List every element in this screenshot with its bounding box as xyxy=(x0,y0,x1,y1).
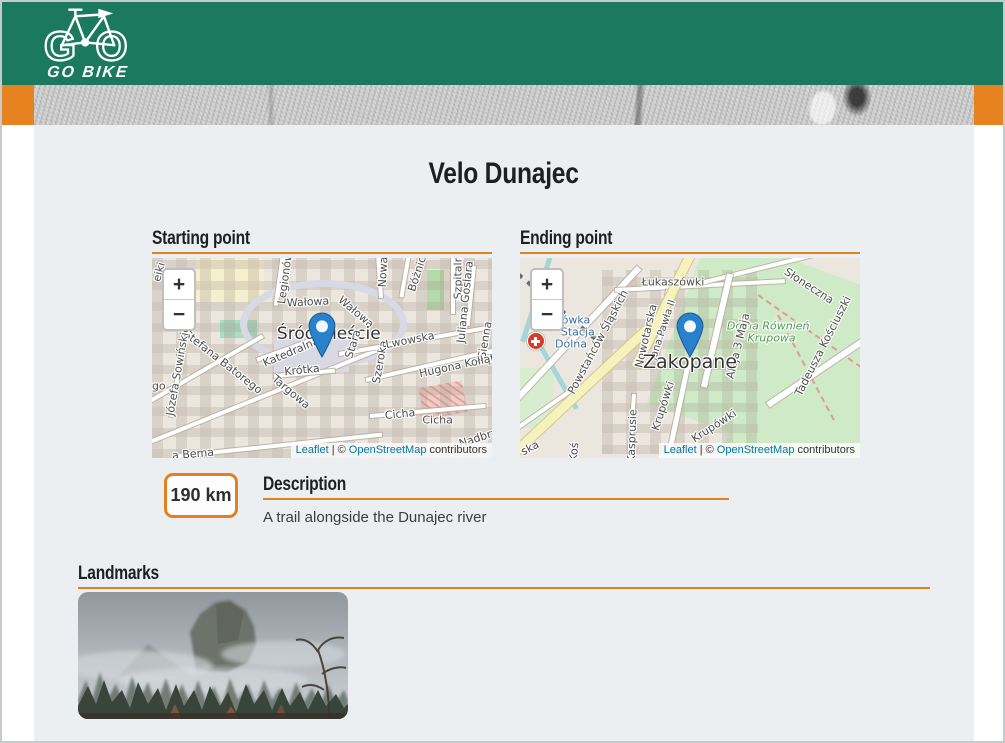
logo-letter-o: O xyxy=(95,23,127,63)
map-zoom-control: + − xyxy=(530,268,564,331)
map-street-label: Krupowa xyxy=(748,332,796,345)
attribution-suffix: contributors xyxy=(430,444,487,456)
map-street-label: Nowa xyxy=(376,258,391,288)
starting-point-label: Starting point xyxy=(152,228,250,250)
end-map[interactable]: + − Leaflet | © OpenStreetMap contributo… xyxy=(520,258,860,458)
map-street-label: Wałowa xyxy=(287,294,330,309)
ending-point-label: Ending point xyxy=(520,228,612,250)
logo[interactable]: G O GO BIKE xyxy=(40,5,136,82)
right-orange-block xyxy=(974,85,1003,125)
right-gutter xyxy=(974,125,1003,741)
logo-wordmark: GO BIKE xyxy=(46,64,129,82)
starting-point-heading: Starting point xyxy=(152,228,492,254)
texture-patch xyxy=(806,88,839,125)
zoom-out-button[interactable]: − xyxy=(532,300,562,329)
left-orange-block xyxy=(2,85,34,125)
landmark-photo-icon xyxy=(78,592,348,719)
landmarks-label: Landmarks xyxy=(78,563,159,585)
landmarks-heading: Landmarks xyxy=(78,563,930,589)
osm-link[interactable]: OpenStreetMap xyxy=(349,444,427,456)
attribution-divider: | © xyxy=(332,444,346,456)
map-street-label: Dolna xyxy=(555,338,587,351)
map-street-label: Kasprusie xyxy=(625,409,640,458)
landmark-image xyxy=(78,592,348,719)
description-label: Description xyxy=(263,474,346,496)
map-attribution: Leaflet | © OpenStreetMap contributors xyxy=(291,443,492,458)
map-attribution: Leaflet | © OpenStreetMap contributors xyxy=(659,443,860,458)
zoom-in-button[interactable]: + xyxy=(164,270,194,300)
texture-streak xyxy=(634,85,643,125)
app-header: G O GO BIKE xyxy=(2,2,1003,85)
texture-streak xyxy=(269,85,273,125)
zoom-in-button[interactable]: + xyxy=(532,270,562,300)
start-marker-icon[interactable] xyxy=(307,312,337,358)
distance-badge: 190 km xyxy=(164,473,238,518)
banner-band xyxy=(2,85,1003,125)
page: G O GO BIKE Velo Dunajec xyxy=(0,0,1005,743)
description-heading: Description xyxy=(263,474,729,500)
leaflet-link[interactable]: Leaflet xyxy=(664,444,697,456)
bike-logo-icon: G O xyxy=(40,5,136,63)
logo-letter-g: G xyxy=(44,23,76,63)
start-map[interactable]: + − Leaflet | © OpenStreetMap contributo… xyxy=(152,258,492,458)
description-text: A trail alongside the Dunajec river xyxy=(263,509,729,526)
page-title: Velo Dunajec xyxy=(429,157,579,191)
osm-link[interactable]: OpenStreetMap xyxy=(717,444,795,456)
texture-banner xyxy=(34,85,974,125)
map-street-label: Koś xyxy=(567,442,582,458)
distance-value: 190 km xyxy=(170,485,231,506)
attribution-suffix: contributors xyxy=(798,444,855,456)
map-zoom-control: + − xyxy=(162,268,196,331)
leaflet-link[interactable]: Leaflet xyxy=(296,444,329,456)
texture-blob xyxy=(842,85,872,117)
map-street-label: go xyxy=(152,380,166,393)
map-street-label: Cicha xyxy=(422,414,453,427)
zoom-out-button[interactable]: − xyxy=(164,300,194,329)
main-panel: Velo Dunajec Starting point xyxy=(34,125,974,741)
medical-cross-icon xyxy=(527,332,545,350)
map-street-label: Łukaszówki xyxy=(642,276,705,289)
attribution-divider: | © xyxy=(700,444,714,456)
left-gutter xyxy=(2,125,34,741)
ending-point-heading: Ending point xyxy=(520,228,860,254)
end-marker-icon[interactable] xyxy=(675,312,705,358)
